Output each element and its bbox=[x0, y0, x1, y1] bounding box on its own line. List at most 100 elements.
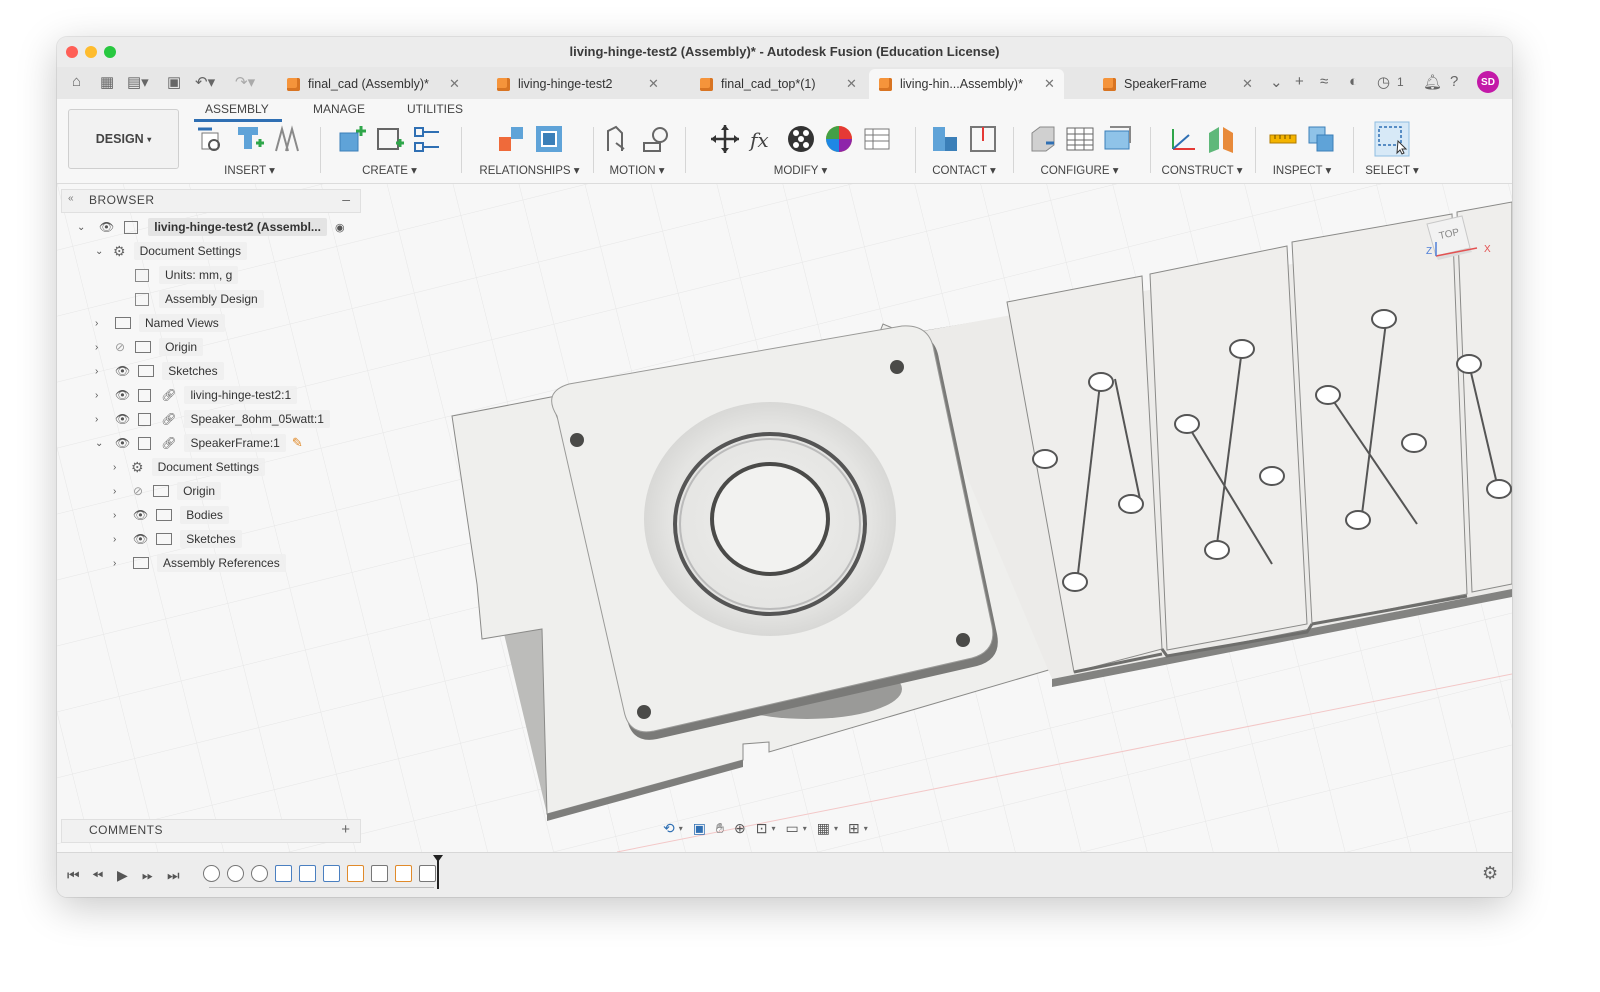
timeline-joint-feature[interactable] bbox=[227, 865, 244, 882]
timeline-joint-feature[interactable] bbox=[203, 865, 220, 882]
browser-panel-header[interactable]: « BROWSER – bbox=[61, 189, 361, 213]
enable-contact-sets-icon[interactable] bbox=[929, 123, 961, 155]
chevron-right-icon[interactable]: › bbox=[113, 510, 129, 521]
timeline-joint-feature[interactable] bbox=[251, 865, 268, 882]
new-component-icon[interactable] bbox=[336, 123, 368, 155]
chevron-right-icon[interactable]: › bbox=[113, 486, 129, 497]
tree-item-named-views[interactable]: › Named Views bbox=[95, 312, 225, 334]
tab-overflow-chevron-icon[interactable]: ⌄ bbox=[1270, 73, 1283, 91]
eye-visibility-icon[interactable]: 👁︎ bbox=[133, 532, 148, 546]
go-to-start-icon[interactable]: ⏮︎ bbox=[67, 867, 80, 884]
undo-icon[interactable]: ↶▾ bbox=[195, 73, 215, 91]
tab-speakerframe[interactable]: SpeakerFrame bbox=[1103, 69, 1253, 99]
insert-derive-icon[interactable] bbox=[196, 123, 228, 155]
eye-hidden-icon[interactable]: ⊘ bbox=[133, 484, 143, 498]
chevron-right-icon[interactable]: › bbox=[113, 534, 129, 545]
timeline-extrude-feature[interactable] bbox=[395, 865, 412, 882]
create-sketch-icon[interactable] bbox=[374, 123, 406, 155]
construct-axis-icon[interactable] bbox=[1167, 123, 1199, 155]
caret-down-icon[interactable]: ▾ bbox=[803, 824, 807, 833]
tree-item-assembly-references[interactable]: › Assembly References bbox=[113, 552, 286, 574]
comments-panel-header[interactable]: COMMENTS + bbox=[61, 819, 361, 843]
design-canvas[interactable]: TOP Z X bbox=[57, 184, 1512, 852]
chevron-right-icon[interactable]: › bbox=[95, 414, 111, 425]
chevron-right-icon[interactable]: › bbox=[113, 558, 129, 569]
step-back-icon[interactable]: ⏪︎ bbox=[92, 867, 103, 884]
step-forward-icon[interactable]: ⏩︎ bbox=[142, 867, 153, 884]
drive-joints-icon[interactable] bbox=[602, 123, 634, 155]
close-tab-icon[interactable]: ✕ bbox=[1044, 76, 1055, 92]
chevron-right-icon[interactable]: › bbox=[95, 318, 111, 329]
create-joint-origin-icon[interactable] bbox=[412, 123, 444, 155]
save-icon[interactable]: ▣ bbox=[167, 73, 181, 91]
timeline-marker-head-icon[interactable] bbox=[433, 855, 443, 862]
timeline-sketch-feature[interactable] bbox=[299, 865, 316, 882]
joint-icon[interactable] bbox=[495, 123, 527, 155]
home-icon[interactable]: ⌂ bbox=[72, 73, 81, 90]
tree-item-living-hinge-component[interactable]: › 👁︎ 🔗︎ living-hinge-test2:1 bbox=[95, 384, 298, 406]
extensions-icon[interactable]: ◐ bbox=[1349, 73, 1358, 90]
play-icon[interactable]: ▶ bbox=[117, 867, 128, 884]
eye-visibility-icon[interactable]: 👁︎ bbox=[115, 436, 130, 450]
configure-design-icon[interactable] bbox=[1026, 123, 1058, 155]
tab-living-hinge-assembly[interactable]: living-hin...Assembly)* bbox=[869, 69, 1064, 99]
go-to-end-icon[interactable]: ⏭︎ bbox=[167, 867, 180, 884]
tree-item-document-settings[interactable]: ⌄ ⚙ Document Settings bbox=[95, 240, 247, 262]
grid-snap-icon[interactable]: ▦ bbox=[817, 820, 830, 837]
move-copy-icon[interactable] bbox=[709, 123, 741, 155]
timeline-sketch-feature[interactable] bbox=[275, 865, 292, 882]
file-menu-icon[interactable]: ▤▾ bbox=[127, 73, 149, 91]
physical-material-icon[interactable] bbox=[785, 123, 817, 155]
parameters-fx-icon[interactable]: fx bbox=[747, 123, 779, 155]
timeline-extrude-feature[interactable] bbox=[347, 865, 364, 882]
notifications-bell-icon[interactable]: 🔔︎ bbox=[1423, 73, 1442, 91]
help-icon[interactable]: ? bbox=[1450, 73, 1458, 90]
chevron-right-icon[interactable]: › bbox=[95, 342, 111, 353]
eye-visibility-icon[interactable]: 👁︎ bbox=[133, 508, 148, 522]
chevron-down-icon[interactable]: ⌄ bbox=[77, 222, 93, 233]
tree-item-frame-origin[interactable]: › ⊘ Origin bbox=[113, 480, 222, 502]
redo-icon[interactable]: ↷▾ bbox=[235, 73, 255, 91]
view-cube[interactable]: TOP Z X bbox=[1422, 212, 1491, 264]
tree-item-speaker-component[interactable]: › 👁︎ 🔗︎ Speaker_8ohm_05watt:1 bbox=[95, 408, 330, 430]
window-select-icon[interactable] bbox=[1374, 121, 1410, 157]
chevron-down-icon[interactable]: ⌄ bbox=[95, 246, 111, 257]
tab-manage[interactable]: MANAGE bbox=[313, 102, 365, 116]
tree-item-frame-sketches[interactable]: › 👁︎ Sketches bbox=[113, 528, 242, 550]
caret-down-icon[interactable]: ▾ bbox=[864, 824, 868, 833]
user-avatar[interactable]: SD bbox=[1477, 71, 1499, 93]
look-at-icon[interactable]: ▣ bbox=[693, 820, 706, 837]
workspace-switcher[interactable]: DESIGN ▾ bbox=[68, 109, 179, 169]
radio-active-icon[interactable]: ◉ bbox=[335, 221, 345, 234]
pan-hand-icon[interactable]: ✋︎ bbox=[716, 820, 724, 837]
tree-item-speakerframe-component[interactable]: ⌄ 👁︎ 🔗︎ SpeakerFrame:1 ✎ bbox=[95, 432, 303, 454]
caret-down-icon[interactable]: ▾ bbox=[679, 824, 683, 833]
tree-item-assembly-design[interactable]: Assembly Design bbox=[135, 288, 264, 310]
insert-mcmaster-icon[interactable] bbox=[272, 123, 304, 155]
timeline-component-feature[interactable] bbox=[371, 865, 388, 882]
close-tab-icon[interactable]: ✕ bbox=[648, 76, 659, 92]
zoom-icon[interactable]: ⊕ bbox=[734, 820, 746, 837]
configuration-rule-icon[interactable] bbox=[1102, 123, 1134, 155]
orbit-icon[interactable]: ⟲ bbox=[663, 820, 675, 837]
new-tab-plus-icon[interactable]: + bbox=[1295, 73, 1304, 90]
minimize-panel-icon[interactable]: – bbox=[342, 191, 350, 207]
eye-visibility-icon[interactable]: 👁︎ bbox=[115, 364, 130, 378]
eye-visibility-icon[interactable]: 👁︎ bbox=[115, 412, 130, 426]
chevron-right-icon[interactable]: › bbox=[95, 390, 111, 401]
apps-grid-icon[interactable]: ▦ bbox=[100, 73, 114, 91]
viewports-icon[interactable]: ⊞ bbox=[848, 820, 860, 837]
data-panel-icon[interactable]: ≈ bbox=[1320, 73, 1328, 90]
timeline-settings-gear-icon[interactable]: ⚙ bbox=[1482, 863, 1498, 884]
close-tab-icon[interactable]: ✕ bbox=[846, 76, 857, 92]
tree-item-frame-document-settings[interactable]: › ⚙ Document Settings bbox=[113, 456, 265, 478]
construct-plane-icon[interactable] bbox=[1205, 123, 1237, 155]
chevron-right-icon[interactable]: › bbox=[113, 462, 129, 473]
eye-hidden-icon[interactable]: ⊘ bbox=[115, 340, 125, 354]
collapse-panel-icon[interactable]: « bbox=[68, 193, 74, 204]
tab-final-cad-top[interactable]: final_cad_top*(1) bbox=[700, 69, 870, 99]
measure-icon[interactable] bbox=[1267, 123, 1299, 155]
eye-visibility-icon[interactable]: 👁︎ bbox=[115, 388, 130, 402]
close-tab-icon[interactable]: ✕ bbox=[449, 76, 460, 92]
appearance-icon[interactable] bbox=[823, 123, 855, 155]
